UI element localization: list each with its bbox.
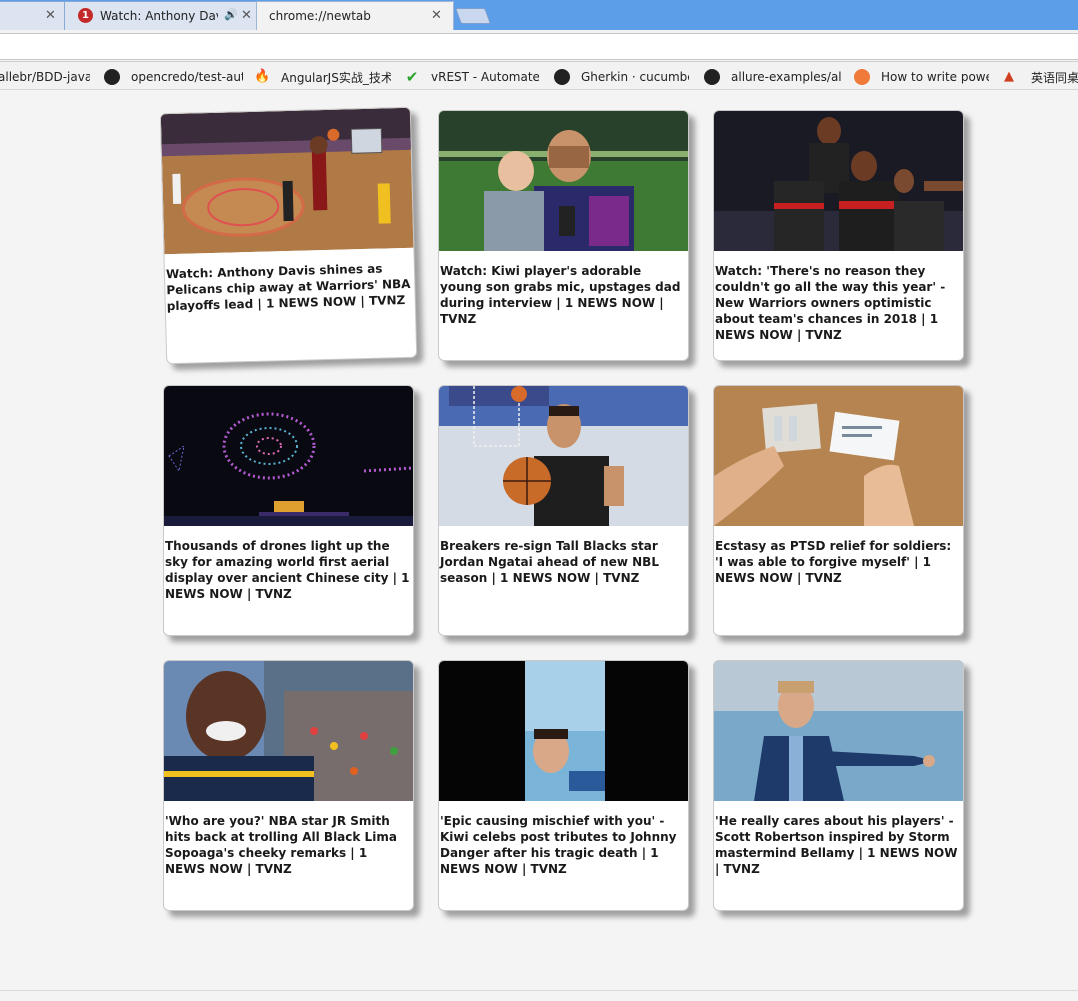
news-card[interactable]: Ecstasy as PTSD relief for soldiers: 'I … (713, 385, 964, 636)
news-card[interactable]: Watch: Anthony Davis shines as Pelicans … (159, 106, 418, 365)
tab-favicon-badge: 1 (78, 8, 93, 23)
card-caption: Breakers re-sign Tall Blacks star Jordan… (440, 539, 659, 585)
card-caption: Thousands of drones light up the sky for… (165, 539, 410, 601)
tab-title: Watch: Anthony Davis shines as Pelicans (100, 9, 218, 23)
drone-display-image (164, 386, 413, 526)
card-caption: Watch: Kiwi player's adorable young son … (440, 264, 681, 326)
close-icon[interactable]: ✕ (45, 8, 56, 23)
player-with-child-image (439, 111, 688, 251)
card-caption: 'Who are you?' NBA star JR Smith hits ba… (165, 814, 397, 876)
news-card[interactable]: Watch: 'There's no reason they couldn't … (713, 110, 964, 361)
news-card[interactable]: 'He really cares about his players' - Sc… (713, 660, 964, 911)
tab-strip: ✕ 1 Watch: Anthony Davis shines as Pelic… (0, 0, 1078, 30)
tab-title: chrome://newtab (269, 9, 371, 23)
news-card[interactable]: Breakers re-sign Tall Blacks star Jordan… (438, 385, 689, 636)
multi-icon: ▲ (1004, 69, 1014, 84)
github-icon (554, 69, 570, 85)
bookmark-item[interactable]: 🔥 AngularJS实战_技术 (254, 68, 391, 86)
bookmark-item[interactable]: ✔ vREST - Automated (404, 68, 539, 86)
coach-pointing-image (714, 661, 963, 801)
bookmarks-bar: allebr/BDD-java-c opencredo/test-auto 🔥 … (0, 62, 1078, 90)
github-icon (704, 69, 720, 85)
bookmark-label: allure-examples/allu (731, 70, 841, 84)
bookmark-item[interactable]: Gherkin · cucumber/ (554, 68, 689, 86)
news-card[interactable]: Thousands of drones light up the sky for… (163, 385, 414, 636)
card-caption: Watch: 'There's no reason they couldn't … (715, 264, 946, 342)
bookmark-label: 英语同桌 (1031, 70, 1078, 85)
page-bottom-divider (0, 990, 1078, 991)
bookmark-label: allebr/BDD-java-c (0, 70, 90, 84)
address-bar[interactable] (0, 33, 1078, 60)
basketball-dunk-image (160, 107, 416, 255)
bookmark-label: opencredo/test-auto (131, 70, 243, 84)
orange-icon (854, 69, 870, 85)
news-card[interactable]: 'Epic causing mischief with you' - Kiwi … (438, 660, 689, 911)
rugby-celebration-image (714, 111, 963, 251)
speaker-icon[interactable]: 🔊 (224, 8, 238, 21)
close-icon[interactable]: ✕ (241, 8, 252, 23)
tab-1[interactable]: ✕ (0, 1, 66, 30)
bookmark-label: Gherkin · cucumber/ (581, 70, 689, 84)
card-caption: 'Epic causing mischief with you' - Kiwi … (440, 814, 677, 876)
close-icon[interactable]: ✕ (431, 8, 442, 23)
bookmark-item[interactable]: allure-examples/allu (704, 68, 841, 86)
selfie-video-image (439, 661, 688, 801)
check-icon: ✔ (405, 68, 419, 86)
bookmark-item[interactable]: opencredo/test-auto (104, 68, 243, 86)
fire-icon: 🔥 (254, 69, 271, 84)
card-caption: 'He really cares about his players' - Sc… (715, 814, 958, 876)
github-icon (104, 69, 120, 85)
basketball-player-image (439, 386, 688, 526)
bookmark-item[interactable]: How to write powerf (854, 68, 989, 86)
toolbar (0, 30, 1078, 62)
laughing-player-image (164, 661, 413, 801)
bookmark-item[interactable]: allebr/BDD-java-c (0, 68, 90, 86)
pill-packets-image (714, 386, 963, 526)
tab-3[interactable]: chrome://newtab ✕ (256, 1, 454, 30)
bookmark-label: vREST - Automated (431, 70, 539, 84)
bookmark-item[interactable]: ▲ 英语同桌 (1004, 68, 1078, 86)
news-card[interactable]: 'Who are you?' NBA star JR Smith hits ba… (163, 660, 414, 911)
card-caption: Ecstasy as PTSD relief for soldiers: 'I … (715, 539, 952, 585)
bookmark-label: AngularJS实战_技术 (281, 70, 391, 85)
tab-2[interactable]: 1 Watch: Anthony Davis shines as Pelican… (64, 1, 258, 30)
bookmark-label: How to write powerf (881, 70, 989, 84)
new-tab-button[interactable] (455, 8, 491, 24)
news-card[interactable]: Watch: Kiwi player's adorable young son … (438, 110, 689, 361)
card-caption: Watch: Anthony Davis shines as Pelicans … (165, 261, 411, 314)
